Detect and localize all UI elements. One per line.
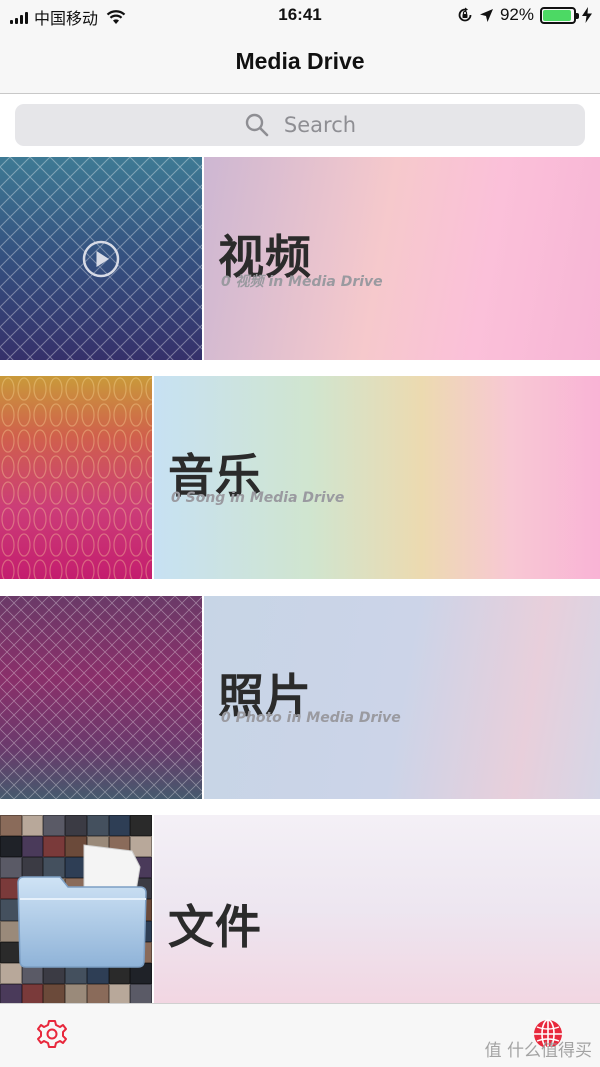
album-tile (65, 815, 87, 837)
gear-icon[interactable] (36, 1018, 68, 1050)
album-tile (65, 983, 87, 1005)
files-category-card[interactable]: 文件 (0, 815, 600, 1005)
oval-pattern (0, 376, 152, 579)
photo-card-subtitle: 0 Photo in Media Drive (221, 710, 401, 726)
album-tile (21, 983, 44, 1005)
album-tile (108, 983, 131, 1005)
play-icon (82, 240, 120, 278)
files-card-title: 文件 (168, 900, 262, 954)
album-tile (130, 983, 152, 1005)
album-tile (0, 983, 22, 1005)
files-thumbnail (0, 815, 152, 1005)
battery-fill (543, 9, 571, 21)
music-card-subtitle: 0 Song in Media Drive (171, 490, 345, 506)
search-input[interactable]: Search (15, 104, 585, 146)
album-tile (0, 815, 22, 837)
folder-icon (17, 844, 147, 968)
navigation-bar: Media Drive (0, 32, 600, 94)
rotation-lock-icon (458, 7, 472, 22)
location-icon (479, 8, 493, 22)
album-tile (86, 983, 109, 1005)
battery-icon (540, 6, 579, 24)
album-tile (43, 983, 66, 1005)
status-bar-right: 92% (457, 5, 592, 25)
music-thumbnail (0, 376, 152, 579)
photo-thumbnail (0, 596, 202, 799)
watermark: 值 什么值得买 (484, 1041, 592, 1061)
status-bar: 中国移动 16:41 92% (0, 0, 600, 32)
diamond-pattern (0, 596, 202, 799)
tab-bar: 值 什么值得买 (0, 1003, 600, 1067)
video-thumbnail (0, 157, 202, 360)
search-icon (245, 113, 269, 137)
video-category-card[interactable]: 视频 0 视频 in Media Drive (0, 157, 600, 360)
album-tile (86, 815, 109, 837)
search-bar-container: Search (0, 95, 600, 156)
album-tile (130, 815, 152, 837)
album-tile (43, 815, 66, 837)
photo-category-card[interactable]: 照片 0 Photo in Media Drive (0, 596, 600, 799)
album-tile (108, 815, 131, 837)
page-title: Media Drive (235, 48, 365, 74)
charging-icon (582, 7, 592, 23)
music-category-card[interactable]: 音乐 0 Song in Media Drive (0, 376, 600, 579)
search-placeholder: Search (283, 113, 357, 137)
battery-percent: 92% (499, 5, 534, 24)
video-card-subtitle: 0 视频 in Media Drive (221, 274, 383, 290)
album-tile (21, 815, 44, 837)
